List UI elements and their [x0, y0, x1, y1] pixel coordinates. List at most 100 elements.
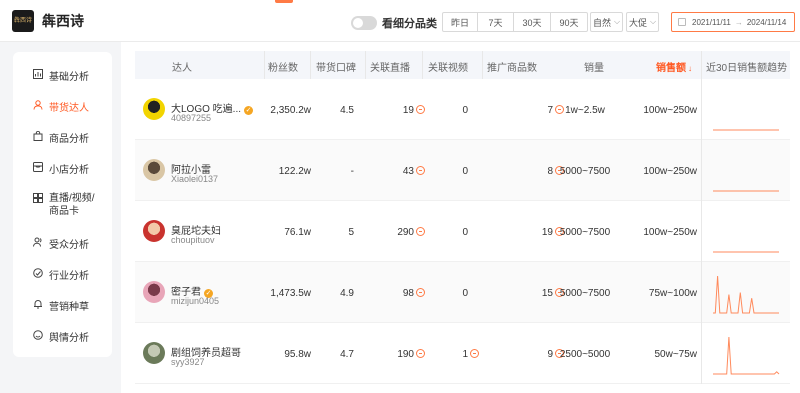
- reputation-value: -: [350, 166, 354, 177]
- col-volume[interactable]: 销量: [584, 59, 604, 74]
- date-end: 2024/11/14: [746, 17, 787, 27]
- collapse-icon[interactable]: [470, 349, 479, 358]
- col-fans[interactable]: 粉丝数: [268, 59, 298, 74]
- gmv-value: 100w~250w: [643, 227, 697, 238]
- size-dropdown[interactable]: 大促 ⌵: [626, 12, 659, 32]
- audience-icon: [33, 237, 42, 247]
- sidebar-item-marketing[interactable]: 营销种草: [13, 298, 112, 313]
- chevron-down-icon: ⌵: [613, 17, 621, 26]
- video-value[interactable]: 0: [462, 288, 468, 299]
- live-value[interactable]: 43: [403, 166, 425, 177]
- gmv-value: 100w~250w: [643, 105, 697, 116]
- table-row[interactable]: 阿拉小雷 Xiaolei0137 122.2w -43 0 8 5000~7500 100w~…: [135, 140, 790, 201]
- live-count: 19: [402, 105, 414, 116]
- col-reputation[interactable]: 带货口碑: [316, 59, 356, 74]
- table-row[interactable]: 剧组饲养员超哥 syy3927 95.8w 4.7 190 1 9 2500~5000 50w~…: [135, 323, 790, 384]
- talent-handle: syy3927: [171, 357, 205, 367]
- col-talent: 达人: [172, 63, 192, 74]
- store-icon: [33, 162, 43, 172]
- avatar[interactable]: [143, 342, 165, 364]
- bell-icon: [34, 300, 42, 309]
- live-value[interactable]: 290: [397, 227, 425, 238]
- table-row[interactable]: 大LOGO 吃遍... ✓ 40897255 2,350.2w 4.5 19 0 7 1w~2.…: [135, 79, 790, 140]
- divider: [422, 51, 423, 79]
- video-value[interactable]: 0: [462, 227, 468, 238]
- reputation-value: 4.5: [340, 105, 354, 116]
- sidebar-item-store[interactable]: 小店分析: [13, 161, 112, 176]
- tab-30d[interactable]: 30天: [513, 12, 551, 32]
- collapse-icon[interactable]: [416, 166, 425, 175]
- person-icon: [33, 100, 43, 110]
- fans-value: 1,473.5w: [270, 288, 311, 299]
- brand[interactable]: 犇西诗 犇西诗: [12, 10, 84, 32]
- divider: [701, 51, 702, 79]
- avatar[interactable]: [143, 159, 165, 181]
- live-value[interactable]: 190: [397, 349, 425, 360]
- reputation-value: 5: [348, 227, 354, 238]
- volume-value: 5000~7500: [559, 288, 611, 299]
- col-products[interactable]: 推广商品数: [487, 59, 537, 74]
- divider: [701, 201, 702, 262]
- toggle-switch[interactable]: [351, 16, 377, 30]
- subcategory-toggle[interactable]: 看细分品类: [351, 15, 437, 31]
- tab-yesterday[interactable]: 昨日: [442, 12, 478, 32]
- video-count: 0: [462, 105, 468, 116]
- avatar[interactable]: [143, 281, 165, 303]
- collapse-icon[interactable]: [416, 227, 425, 236]
- volume-value: 5000~7500: [559, 227, 611, 238]
- live-value[interactable]: 98: [403, 288, 425, 299]
- reputation-value: 4.9: [340, 288, 354, 299]
- tab-90d[interactable]: 90天: [550, 12, 588, 32]
- size-value: 大促: [628, 17, 647, 28]
- talent-handle: choupituov: [171, 235, 215, 245]
- col-video[interactable]: 关联视频: [428, 59, 468, 74]
- table-row[interactable]: 密子君 ✓ mizijun0405 1,473.5w 4.9 98 0 15 5000~7500…: [135, 262, 790, 323]
- collapse-icon[interactable]: [416, 288, 425, 297]
- divider: [701, 323, 702, 384]
- sidebar-item-talent[interactable]: 带货达人: [13, 99, 112, 114]
- verified-icon: ✓: [244, 106, 254, 115]
- toggle-label: 看细分品类: [382, 18, 437, 30]
- nature-dropdown[interactable]: 自然 ⌵: [590, 12, 623, 32]
- col-gmv[interactable]: 销售额 ↓: [656, 59, 692, 74]
- divider: [701, 262, 702, 323]
- avatar[interactable]: [143, 98, 165, 120]
- fans-value: 76.1w: [284, 227, 311, 238]
- avatar[interactable]: [143, 220, 165, 242]
- video-value[interactable]: 1: [462, 349, 479, 360]
- video-value[interactable]: 0: [462, 105, 468, 116]
- sidebar-item-audience[interactable]: 受众分析: [13, 236, 112, 251]
- brand-logo-text: 犇西诗: [13, 17, 32, 24]
- date-range-picker[interactable]: 2021/11/11 → 2024/11/14: [671, 12, 795, 32]
- live-value[interactable]: 19: [403, 105, 425, 116]
- col-trend: 近30日销售额趋势: [706, 63, 788, 74]
- collapse-icon[interactable]: [416, 105, 425, 114]
- sparkline-line: [713, 336, 780, 375]
- sidebar-item-label: 直播/视频/商品卡: [49, 193, 95, 217]
- volume-value: 2500~5000: [559, 349, 611, 360]
- nature-value: 自然: [592, 17, 611, 28]
- sidebar-item-sentiment[interactable]: 舆情分析: [13, 329, 112, 344]
- live-count: 290: [397, 227, 414, 238]
- sales-trend-sparkline: [713, 251, 779, 253]
- col-live[interactable]: 关联直播: [370, 59, 410, 74]
- gmv-value: 75w~100w: [648, 288, 697, 299]
- table-header: 达人 粉丝数 带货口碑 关联直播 关联视频 推广商品数 销量 销售额 ↓ 近30日…: [135, 51, 790, 79]
- video-count: 0: [462, 166, 468, 177]
- date-start: 2021/11/11: [692, 17, 731, 27]
- tab-7d[interactable]: 7天: [477, 12, 514, 32]
- table-row[interactable]: 臭屁坨夫妇 choupituov 76.1w 5 290 0 19 5000~7500 100w…: [135, 201, 790, 262]
- sidebar-item-product[interactable]: 商品分析: [13, 130, 112, 145]
- chevron-down-icon: ⌵: [649, 17, 657, 26]
- col-gmv-label: 销售额: [656, 63, 686, 74]
- video-value[interactable]: 0: [462, 166, 468, 177]
- sidebar-item-label: 带货达人: [49, 103, 89, 114]
- sidebar-item-industry[interactable]: 行业分析: [13, 267, 112, 282]
- bag-icon: [33, 131, 43, 141]
- sales-trend-sparkline: [713, 190, 779, 192]
- sidebar-item-basic[interactable]: 基础分析: [13, 68, 112, 83]
- sidebar-item-live-video[interactable]: 直播/视频/商品卡: [13, 192, 112, 218]
- video-count: 0: [462, 288, 468, 299]
- collapse-icon[interactable]: [416, 349, 425, 358]
- chart-icon: [33, 69, 43, 79]
